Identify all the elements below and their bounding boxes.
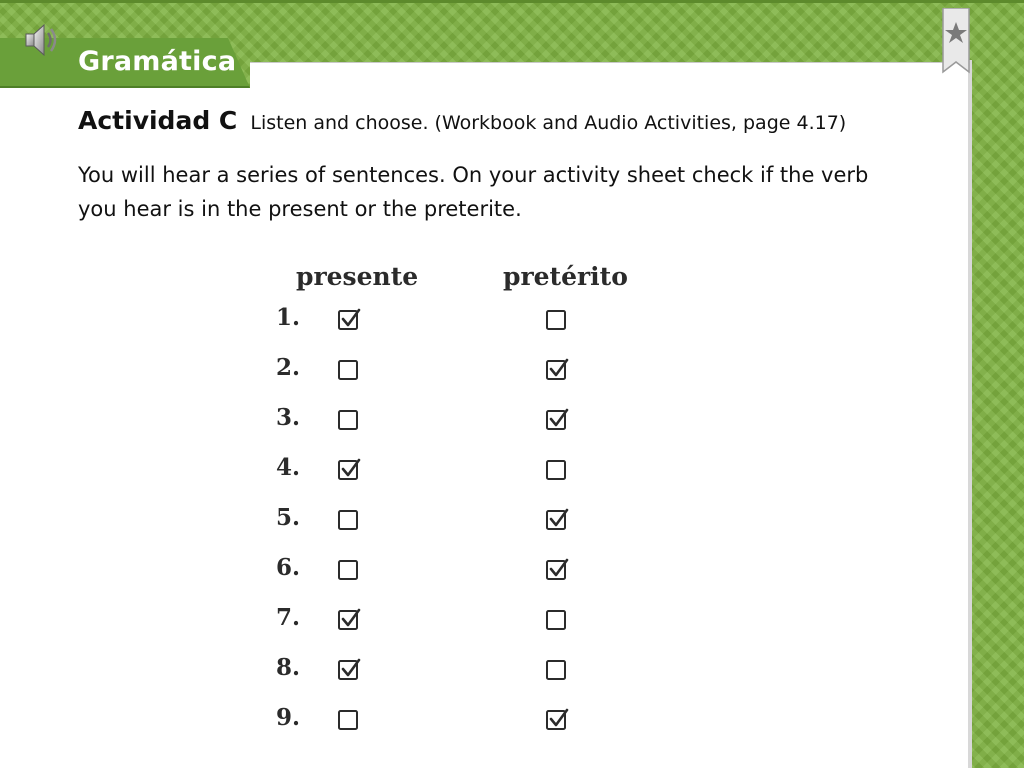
page-edge	[968, 60, 972, 768]
presente-checkbox-checked[interactable]	[337, 606, 363, 632]
presente-checkbox-checked[interactable]	[337, 306, 363, 332]
answer-row: 9.	[0, 704, 700, 744]
preterito-checkbox-empty[interactable]	[545, 606, 571, 632]
answer-row: 4.	[0, 454, 700, 494]
answer-row: 7.	[0, 604, 700, 644]
row-number: 3.	[276, 404, 301, 431]
row-number: 5.	[276, 504, 301, 531]
row-number: 8.	[276, 654, 301, 681]
row-number: 9.	[276, 704, 301, 731]
column-header-preterito: pretérito	[503, 262, 628, 291]
presente-checkbox-empty[interactable]	[337, 706, 363, 732]
row-number: 6.	[276, 554, 301, 581]
activity-heading: Actividad C Listen and choose. (Workbook…	[78, 106, 846, 135]
activity-instructions: You will hear a series of sentences. On …	[78, 163, 869, 221]
row-number: 2.	[276, 354, 301, 381]
top-border	[0, 0, 1024, 3]
row-number: 4.	[276, 454, 301, 481]
presente-checkbox-checked[interactable]	[337, 656, 363, 682]
answer-row: 1.	[0, 304, 700, 344]
answer-row: 6.	[0, 554, 700, 594]
answer-row: 5.	[0, 504, 700, 544]
preterito-checkbox-checked[interactable]	[545, 506, 571, 532]
answer-row: 3.	[0, 404, 700, 444]
preterito-checkbox-checked[interactable]	[545, 556, 571, 582]
row-number: 1.	[276, 304, 301, 331]
page-top-strip	[250, 62, 972, 89]
column-header-presente: presente	[296, 262, 419, 291]
preterito-checkbox-empty[interactable]	[545, 306, 571, 332]
bookmark-icon[interactable]	[941, 8, 971, 74]
speaker-icon[interactable]	[22, 20, 62, 60]
row-number: 7.	[276, 604, 301, 631]
preterito-checkbox-empty[interactable]	[545, 456, 571, 482]
presente-checkbox-empty[interactable]	[337, 556, 363, 582]
preterito-checkbox-empty[interactable]	[545, 656, 571, 682]
activity-subtitle: Listen and choose. (Workbook and Audio A…	[250, 112, 847, 134]
section-title: Gramática	[78, 46, 237, 77]
presente-checkbox-empty[interactable]	[337, 406, 363, 432]
preterito-checkbox-checked[interactable]	[545, 406, 571, 432]
presente-checkbox-empty[interactable]	[337, 506, 363, 532]
presente-checkbox-empty[interactable]	[337, 356, 363, 382]
presente-checkbox-checked[interactable]	[337, 456, 363, 482]
answer-row: 2.	[0, 354, 700, 394]
preterito-checkbox-checked[interactable]	[545, 706, 571, 732]
activity-title: Actividad C	[78, 106, 238, 135]
preterito-checkbox-checked[interactable]	[545, 356, 571, 382]
answer-row: 8.	[0, 654, 700, 694]
